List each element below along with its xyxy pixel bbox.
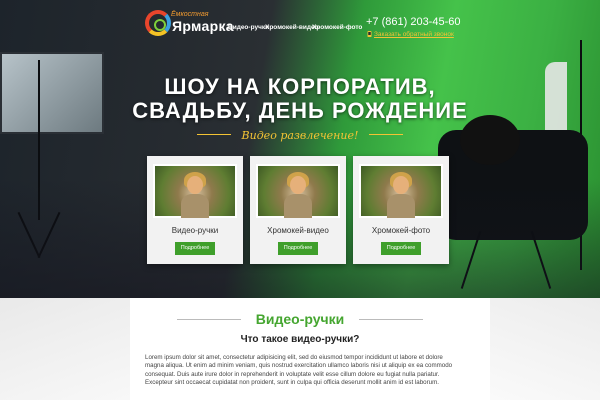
child-face bbox=[393, 176, 409, 194]
details-button[interactable]: Подробнее bbox=[175, 242, 215, 255]
card-title: Хромокей-видео bbox=[267, 226, 329, 235]
section-paragraph: Lorem ipsum dolor sit amet, consectetur … bbox=[145, 354, 453, 387]
callback-label: Заказать обратный звонок bbox=[374, 31, 454, 38]
card-image bbox=[359, 164, 443, 218]
details-button[interactable]: Подробнее bbox=[381, 242, 421, 255]
hero-title-line1: ШОУ НА КОРПОРАТИВ, bbox=[164, 74, 436, 99]
camera-tripod-leg bbox=[460, 231, 482, 289]
card-title: Видео-ручки bbox=[171, 226, 219, 235]
section-divider-right bbox=[358, 319, 423, 321]
hero-title-line2: СВАДЬБУ, ДЕНЬ РОЖДЕНИЕ bbox=[132, 98, 468, 123]
logo-icon[interactable] bbox=[145, 10, 171, 36]
section-title: Видео-ручки bbox=[255, 311, 345, 327]
service-card-chromakey-video: Хромокей-видео Подробнее bbox=[250, 156, 346, 264]
child-body bbox=[181, 194, 209, 218]
service-card-video-ruchki: Видео-ручки Подробнее bbox=[147, 156, 243, 264]
camera-tripod-leg bbox=[530, 231, 552, 289]
child-body bbox=[387, 194, 415, 218]
nav-item-video-ruchki[interactable]: Видео-ручки bbox=[228, 24, 269, 31]
nav-item-chromakey-video[interactable]: Хромокей-видео bbox=[265, 24, 319, 31]
service-card-chromakey-photo: Хромокей-фото Подробнее bbox=[353, 156, 449, 264]
section-title-row: Видео-ручки bbox=[0, 311, 600, 329]
light-stand-leg bbox=[17, 211, 41, 259]
section-subtitle: Что такое видео-ручки? bbox=[240, 334, 360, 345]
child-face bbox=[290, 176, 306, 194]
card-title: Хромокей-фото bbox=[371, 226, 431, 235]
child-face bbox=[187, 176, 203, 194]
hero-subtitle: Видео развлечение! bbox=[241, 129, 359, 142]
hero-subtitle-row: Видео развлечение! bbox=[0, 126, 600, 144]
card-image bbox=[256, 164, 340, 218]
site-header: Ёмкостная Ярмарка Видео-ручки Хромокей-в… bbox=[0, 0, 600, 48]
logo-tagline: Ёмкостная bbox=[171, 11, 209, 18]
section-divider-left bbox=[177, 319, 242, 321]
subtitle-divider-left bbox=[197, 134, 232, 136]
subtitle-divider-right bbox=[368, 134, 403, 136]
callback-link[interactable]: Заказать обратный звонок bbox=[367, 31, 454, 38]
phone-number[interactable]: +7 (861) 203-45-60 bbox=[366, 16, 460, 28]
child-body bbox=[284, 194, 312, 218]
details-button[interactable]: Подробнее bbox=[278, 242, 318, 255]
light-stand-leg bbox=[37, 211, 61, 259]
nav-item-chromakey-photo[interactable]: Хромокей-фото bbox=[312, 24, 362, 31]
card-image bbox=[153, 164, 237, 218]
logo-text[interactable]: Ярмарка bbox=[172, 18, 234, 34]
